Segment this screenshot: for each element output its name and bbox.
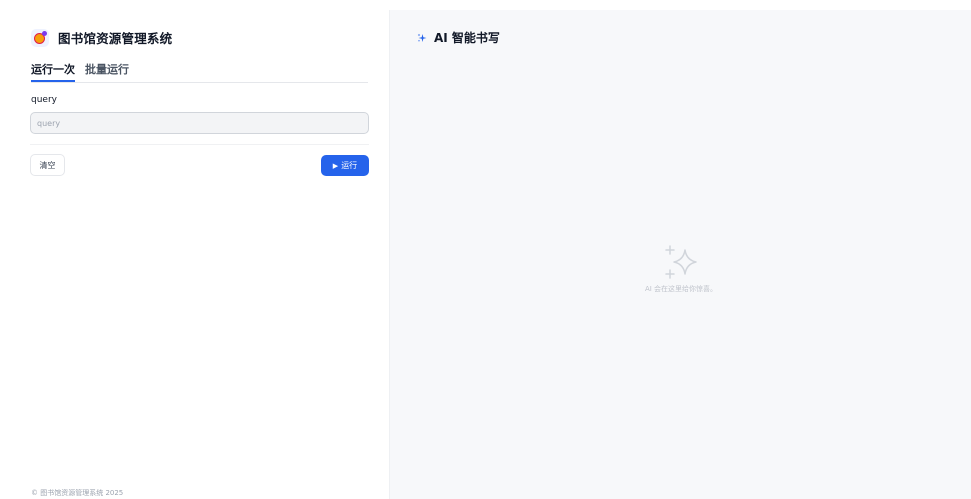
app-header: 图书馆资源管理系统 (31, 28, 172, 47)
workflow-pane: 图书馆资源管理系统 运行一次 批量运行 query 清空 ▶ 运行 © 图书馆资… (0, 0, 389, 499)
ai-writing-panel: AI 智能书写 AI 会在这里给你惊喜。 (389, 10, 971, 499)
run-button-label: 运行 (341, 161, 358, 170)
app-title: 图书馆资源管理系统 (58, 31, 173, 46)
sparkle-large-icon (665, 245, 697, 279)
clear-button[interactable]: 清空 (30, 154, 65, 176)
run-button[interactable]: ▶ 运行 (321, 155, 369, 176)
query-label: query (31, 95, 57, 105)
panel-title: AI 智能书写 (434, 31, 500, 45)
query-input[interactable] (30, 112, 369, 134)
sparkle-icon (417, 33, 427, 42)
empty-state: AI 会在这里给你惊喜。 (390, 242, 971, 294)
empty-state-text: AI 会在这里给你惊喜。 (644, 285, 718, 293)
clear-button-label: 清空 (39, 160, 56, 170)
panel-header: AI 智能书写 (417, 29, 500, 46)
app-logo-icon (31, 28, 49, 47)
tab-bar: 运行一次 批量运行 (31, 63, 368, 83)
play-icon: ▶ (332, 161, 339, 170)
tab-run-once[interactable]: 运行一次 (31, 63, 75, 82)
footer-copyright: © 图书馆资源管理系统 2025 (31, 489, 124, 497)
divider (30, 144, 369, 145)
tab-batch-run[interactable]: 批量运行 (85, 63, 129, 82)
